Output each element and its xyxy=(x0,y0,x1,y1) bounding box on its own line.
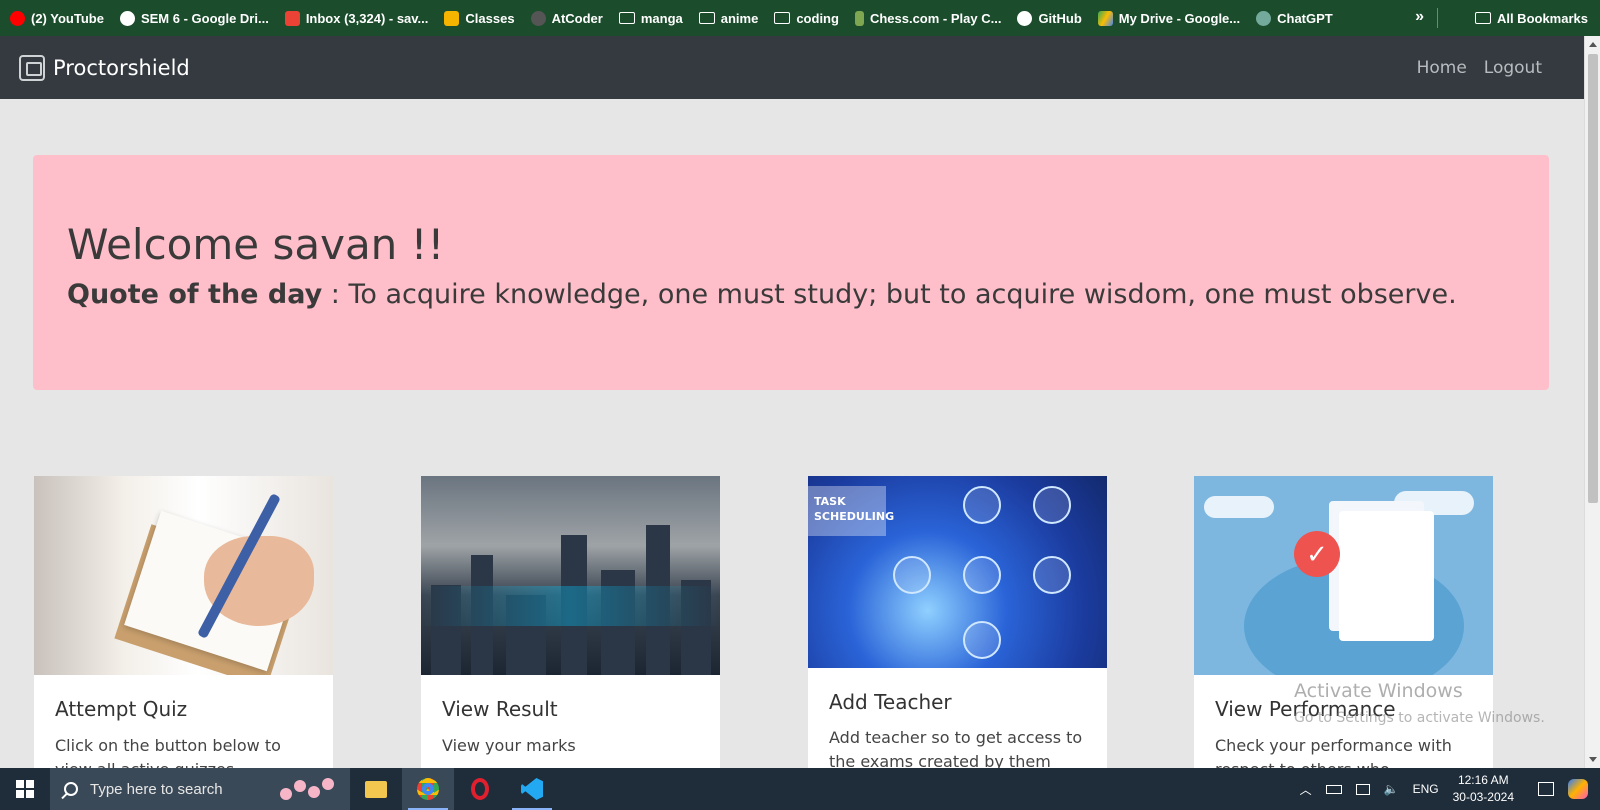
chess-icon xyxy=(854,10,864,26)
bookmark-atcoder[interactable]: AtCoder xyxy=(530,10,603,26)
brand-name: Proctorshield xyxy=(53,55,190,80)
card-attempt-quiz: Attempt Quiz Click on the button below t… xyxy=(34,476,333,776)
bookmark-classes[interactable]: Classes xyxy=(444,10,515,26)
google-icon xyxy=(119,10,135,26)
scroll-down-arrow-icon[interactable] xyxy=(1589,757,1597,762)
all-bookmarks-button[interactable]: All Bookmarks xyxy=(1474,0,1588,36)
start-button[interactable] xyxy=(0,768,50,810)
system-tray: ︿ 🔈 ENG 12:16 AM 30-03-2024 xyxy=(1300,768,1600,810)
bookmark-folder-anime[interactable]: anime xyxy=(698,11,758,26)
bookmarks-divider xyxy=(1437,8,1438,28)
image-tag: TASK SCHEDULING xyxy=(808,486,894,536)
bookmarks-bar: (2) YouTube SEM 6 - Google Dri... Inbox … xyxy=(0,0,1600,36)
bookmark-folder-coding[interactable]: coding xyxy=(774,11,839,26)
bookmark-chess[interactable]: Chess.com - Play C... xyxy=(854,10,1001,26)
quote-text: : To acquire knowledge, one must study; … xyxy=(322,279,1457,310)
vscode-button[interactable] xyxy=(506,768,558,810)
classroom-icon xyxy=(444,10,460,26)
welcome-heading: Welcome savan !! xyxy=(67,220,445,269)
quiz-writing-image xyxy=(34,476,333,675)
chrome-icon xyxy=(417,778,439,800)
nav-links: Home Logout xyxy=(1417,58,1542,78)
folder-icon xyxy=(698,12,715,24)
scroll-up-arrow-icon[interactable] xyxy=(1589,42,1597,47)
search-icon xyxy=(64,782,78,796)
brand-link[interactable]: Proctorshield xyxy=(19,54,190,81)
language-indicator[interactable]: ENG xyxy=(1413,782,1439,796)
bookmark-my-drive[interactable]: My Drive - Google... xyxy=(1097,10,1240,26)
show-hidden-icons-icon[interactable]: ︿ xyxy=(1300,781,1312,798)
notifications-icon[interactable] xyxy=(1538,782,1554,796)
network-icon[interactable] xyxy=(1355,783,1370,795)
taskbar-search[interactable]: Type here to search xyxy=(50,768,350,810)
battery-icon[interactable] xyxy=(1325,784,1342,794)
task-scheduling-image: TASK SCHEDULING xyxy=(808,476,1107,668)
vscode-icon xyxy=(521,778,543,800)
performance-illustration-image: ✓ xyxy=(1194,476,1493,675)
card-title: Attempt Quiz xyxy=(55,697,188,721)
github-icon xyxy=(1017,10,1033,26)
card-add-teacher: TASK SCHEDULING Add Teacher Add teacher … xyxy=(808,476,1107,776)
folder-icon xyxy=(1474,12,1491,24)
bookmark-github[interactable]: GitHub xyxy=(1017,10,1082,26)
bookmark-chatgpt[interactable]: ChatGPT xyxy=(1256,10,1333,26)
taskbar-clock[interactable]: 12:16 AM 30-03-2024 xyxy=(1453,772,1514,806)
chrome-button[interactable] xyxy=(402,768,454,810)
nav-logout-link[interactable]: Logout xyxy=(1484,58,1542,78)
card-title: View Result xyxy=(442,697,558,721)
clock-time: 12:16 AM xyxy=(1457,773,1509,787)
cherry-blossom-icon xyxy=(280,774,340,804)
card-view-result: View Result View your marks xyxy=(421,476,720,776)
bookmark-inbox[interactable]: Inbox (3,324) - sav... xyxy=(284,10,428,26)
windows-logo-icon xyxy=(16,780,34,798)
gmail-icon xyxy=(284,10,300,26)
folder-icon xyxy=(774,12,791,24)
clock-date: 30-03-2024 xyxy=(1452,790,1514,804)
nav-home-link[interactable]: Home xyxy=(1417,58,1467,78)
card-text: Add teacher so to get access to the exam… xyxy=(829,728,1083,771)
copilot-icon[interactable] xyxy=(1568,779,1588,799)
bookmark-sem6-drive[interactable]: SEM 6 - Google Dri... xyxy=(119,10,269,26)
opera-icon xyxy=(471,778,489,800)
app-navbar: Proctorshield Home Logout xyxy=(0,36,1584,99)
card-title: Add Teacher xyxy=(829,690,952,714)
quote-of-the-day: Quote of the day : To acquire knowledge,… xyxy=(67,279,1457,310)
drive-icon xyxy=(1097,10,1113,26)
volume-icon[interactable]: 🔈 xyxy=(1384,782,1399,796)
activate-windows-watermark: Activate Windows xyxy=(1294,680,1463,702)
page-scrollbar[interactable] xyxy=(1584,36,1600,768)
proctor-monitor-icon xyxy=(19,54,45,81)
search-placeholder: Type here to search xyxy=(90,780,223,798)
youtube-icon xyxy=(10,10,25,26)
folder-icon xyxy=(618,12,635,24)
city-chart-image xyxy=(421,476,720,675)
bookmarks-overflow-button[interactable]: » xyxy=(1415,8,1424,26)
file-explorer-button[interactable] xyxy=(350,768,402,810)
file-explorer-icon xyxy=(365,780,387,798)
quote-label: Quote of the day xyxy=(67,279,323,310)
card-text: View your marks xyxy=(442,736,576,755)
scroll-thumb[interactable] xyxy=(1588,54,1598,503)
bookmark-youtube[interactable]: (2) YouTube xyxy=(10,10,104,26)
checkmark-icon: ✓ xyxy=(1294,531,1340,577)
card-view-performance: ✓ View Performance Check your performanc… xyxy=(1194,476,1493,776)
welcome-jumbotron: Welcome savan !! Quote of the day : To a… xyxy=(33,155,1549,390)
atcoder-icon xyxy=(530,10,546,26)
bookmark-folder-manga[interactable]: manga xyxy=(618,11,683,26)
activate-windows-subtext: Go to Settings to activate Windows. xyxy=(1294,710,1545,726)
windows-taskbar: Type here to search ︿ 🔈 ENG 12:16 AM 30-… xyxy=(0,768,1600,810)
opera-button[interactable] xyxy=(454,768,506,810)
chatgpt-icon xyxy=(1256,10,1272,26)
